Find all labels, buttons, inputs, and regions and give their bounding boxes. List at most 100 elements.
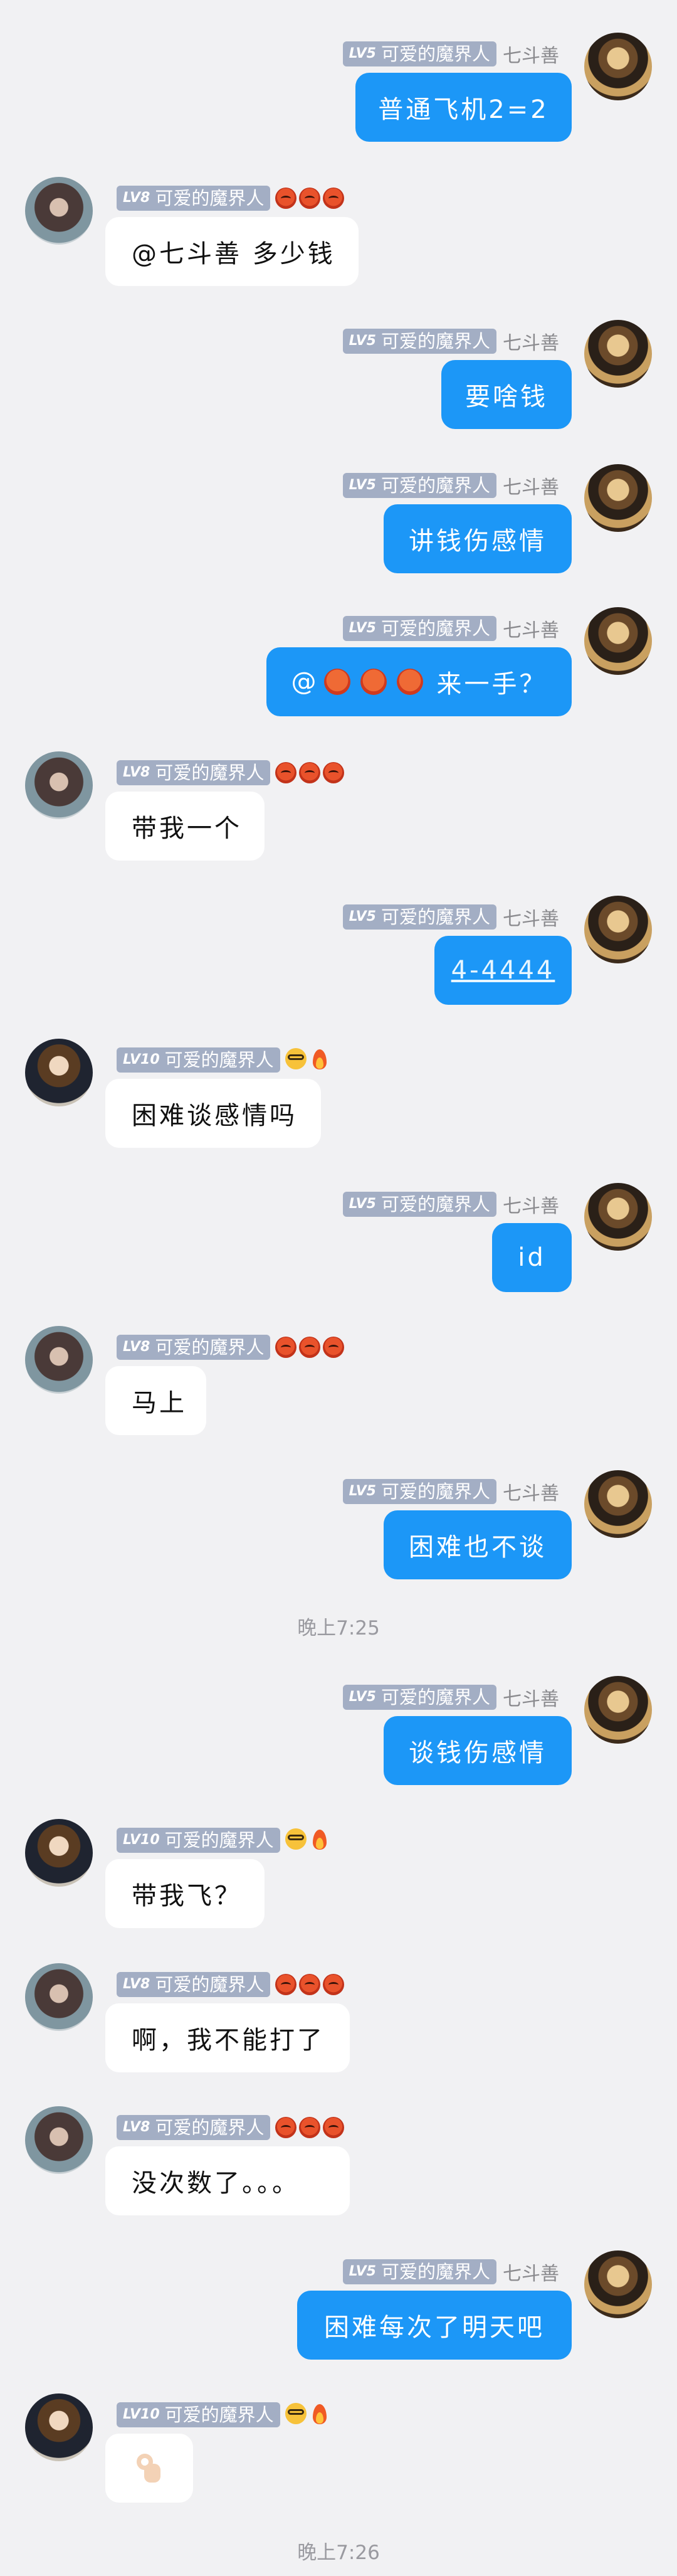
sender-meta: LV8 可爱的魔界人 [117,759,347,787]
avatar[interactable] [584,1470,652,1538]
avatar[interactable] [25,177,93,245]
sender-meta: LV5 可爱的魔界人 七斗善 [342,40,559,68]
badge-emojis [285,1048,332,1072]
phone-link[interactable]: 4-4444 [451,956,555,985]
avatar[interactable] [584,33,652,100]
avatar[interactable] [584,320,652,388]
level-badge: LV8 可爱的魔界人 [117,760,271,785]
badge-emojis [275,762,347,783]
sender-meta: LV8 可爱的魔界人 [117,2114,347,2141]
sender-meta: LV5 可爱的魔界人 七斗善 [342,2258,559,2286]
fire-emoji-icon [309,2403,329,2427]
hot-face-emoji-icon [275,1974,297,1995]
message-bubble[interactable]: 困难谈感情吗 [105,1079,321,1148]
sender-name: 七斗善 [503,45,559,67]
timestamp: 晚上7:25 [297,1617,380,1640]
badge-emojis [285,2403,332,2427]
sender-meta: LV10 可爱的魔界人 [117,1826,332,1854]
level-badge: LV8 可爱的魔界人 [117,1972,271,1997]
sender-name: 七斗善 [503,477,559,499]
nerd-face-emoji-icon [285,1828,307,1850]
hot-face-emoji-icon [323,762,345,783]
sender-meta: LV5 可爱的魔界人 七斗善 [342,1683,559,1711]
hot-face-emoji-icon [299,1974,321,1995]
timestamp: 晚上7:26 [297,2542,380,2564]
avatar[interactable] [584,607,652,675]
avatar[interactable] [584,1183,652,1251]
level-badge: LV10 可爱的魔界人 [117,2402,280,2427]
sender-name: 七斗善 [503,1688,559,1710]
avatar[interactable] [584,464,652,532]
sender-meta: LV5 可爱的魔界人 七斗善 [342,1478,559,1505]
level-badge: LV5 可爱的魔界人 [342,2259,496,2284]
sender-meta: LV5 可爱的魔界人 七斗善 [342,327,559,355]
avatar[interactable] [584,1676,652,1744]
hot-face-emoji-icon [360,669,387,695]
avatar[interactable] [25,2393,93,2461]
badge-emojis [275,1337,347,1358]
fire-emoji-icon [309,1828,329,1852]
fire-emoji-icon [309,1048,329,1072]
level-badge: LV5 可爱的魔界人 [342,616,496,641]
sender-name: 七斗善 [503,908,559,930]
message-bubble[interactable]: 困难也不谈 [384,1510,572,1579]
sender-meta: LV8 可爱的魔界人 [117,1971,347,1998]
message-bubble[interactable]: 啊，我不能打了 [105,2003,350,2072]
level-badge: LV8 可爱的魔界人 [117,1335,271,1360]
avatar[interactable] [584,896,652,963]
level-badge: LV10 可爱的魔界人 [117,1047,280,1073]
level-badge: LV5 可爱的魔界人 [342,1685,496,1710]
badge-emojis [285,1828,332,1852]
badge-emojis [275,188,347,209]
message-bubble[interactable]: 马上 [105,1366,206,1435]
hot-face-emoji-icon [275,1337,297,1358]
sender-name: 七斗善 [503,1195,559,1217]
sender-meta: LV5 可爱的魔界人 七斗善 [342,472,559,499]
avatar[interactable] [25,1963,93,2031]
message-bubble[interactable]: 困难每次了明天吧 [297,2291,572,2360]
message-bubble[interactable]: 带我飞？ [105,1859,265,1928]
sender-meta: LV8 可爱的魔界人 [117,184,347,212]
message-bubble[interactable]: 没次数了。。。 [105,2146,350,2215]
sender-meta: LV8 可爱的魔界人 [117,1333,347,1361]
hot-face-emoji-icon [275,762,297,783]
avatar[interactable] [25,751,93,819]
message-bubble[interactable]: 谈钱伤感情 [384,1716,572,1785]
badge-emojis [275,1974,347,1995]
sender-meta: LV5 可爱的魔界人 七斗善 [342,903,559,931]
avatar[interactable] [25,1819,93,1887]
hot-face-emoji-icon [299,2117,321,2138]
message-bubble[interactable]: 普通飞机2=2 [355,73,572,142]
message-bubble[interactable] [105,2434,193,2503]
hot-face-emoji-icon [323,1337,345,1358]
hot-face-emoji-icon [323,1974,345,1995]
avatar[interactable] [25,1326,93,1394]
message-bubble[interactable]: @ 来一手？ [266,647,572,716]
level-badge: LV5 可爱的魔界人 [342,904,496,930]
nerd-face-emoji-icon [285,2403,307,2424]
ok-hand-emoji-icon [134,2452,162,2484]
avatar[interactable] [25,1039,93,1106]
level-badge: LV8 可爱的魔界人 [117,186,271,211]
message-bubble[interactable]: 4-4444 [434,936,572,1005]
message-bubble[interactable]: 带我一个 [105,792,265,861]
avatar[interactable] [584,2250,652,2318]
level-badge: LV5 可爱的魔界人 [342,1479,496,1504]
level-badge: LV5 可爱的魔界人 [342,329,496,354]
message-bubble[interactable]: 讲钱伤感情 [384,504,572,573]
sender-meta: LV5 可爱的魔界人 七斗善 [342,1190,559,1218]
hot-face-emoji-icon [275,2117,297,2138]
sender-name: 七斗善 [503,332,559,354]
hot-face-emoji-icon [299,188,321,209]
sender-meta: LV10 可爱的魔界人 [117,1046,332,1074]
avatar[interactable] [25,2106,93,2174]
sender-meta: LV5 可爱的魔界人 七斗善 [342,615,559,642]
hot-face-emoji-icon [396,669,423,695]
message-bubble[interactable]: @七斗善 多少钱 [105,217,359,286]
hot-face-emoji-icon [323,188,345,209]
message-bubble[interactable]: id [492,1223,572,1292]
level-badge: LV8 可爱的魔界人 [117,2115,271,2140]
sender-name: 七斗善 [503,1483,559,1505]
message-bubble[interactable]: 要啥钱 [441,360,572,429]
hot-face-emoji-icon [299,1337,321,1358]
